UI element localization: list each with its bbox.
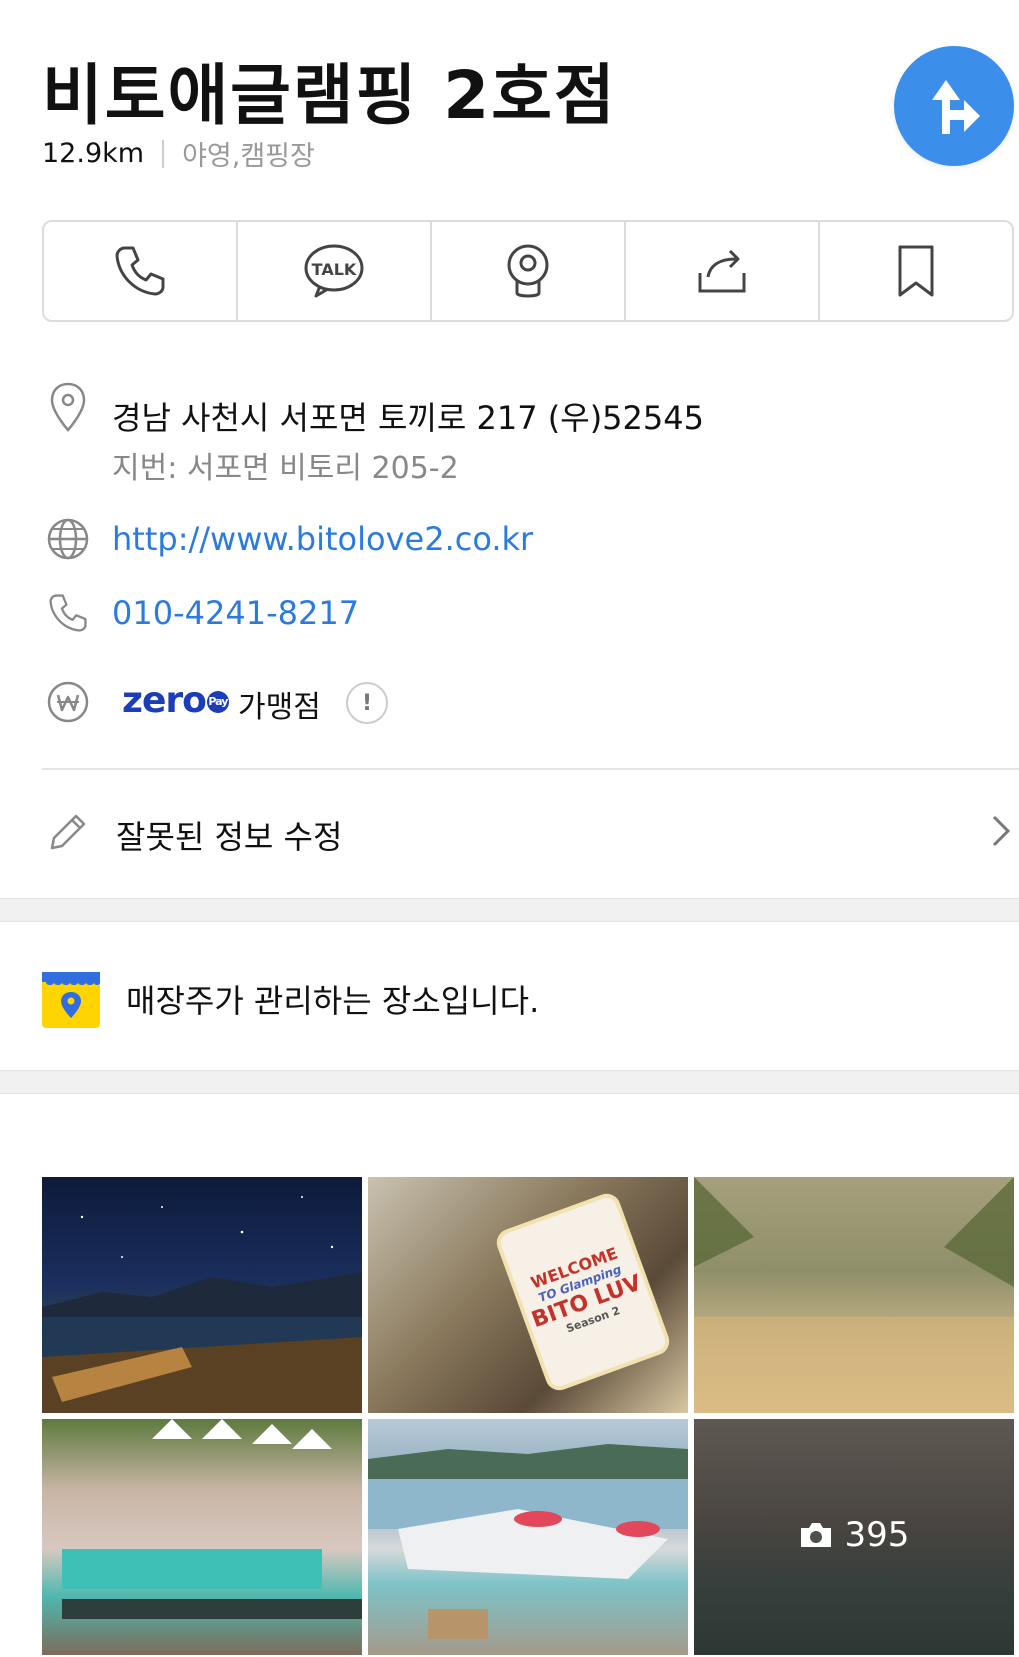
won-icon <box>46 680 90 724</box>
website-link[interactable]: http://www.bitolove2.co.kr <box>112 520 533 558</box>
owner-managed-text: 매장주가 관리하는 장소입니다. <box>126 982 540 1020</box>
phone-icon <box>115 246 165 296</box>
location-pin-icon <box>46 382 90 432</box>
website-row <box>46 517 90 561</box>
zeropay-pay-mark: Pay <box>206 691 229 713</box>
section-gap <box>0 1070 1019 1094</box>
store-owner-icon <box>42 968 100 1028</box>
phone-icon <box>46 591 90 635</box>
share-icon <box>698 249 746 293</box>
kakaotalk-button[interactable]: TALK <box>238 222 432 320</box>
photo-welcome-sign[interactable]: WELCOME TO Glamping BITO LUV Season 2 <box>368 1177 688 1413</box>
place-title: 비토애글램핑 2호점 <box>42 57 617 134</box>
photo-grid: WELCOME TO Glamping BITO LUV Season 2 39… <box>42 1177 1014 1657</box>
photo-night-sky[interactable] <box>42 1177 362 1413</box>
distance-text: 12.9km <box>42 138 145 169</box>
photo-lake-view[interactable] <box>368 1419 688 1655</box>
jibun-address-text: 지번: 서포면 비토리 205-2 <box>112 451 459 486</box>
directions-icon <box>932 80 980 134</box>
zeropay-label: 가맹점 <box>238 690 321 725</box>
place-meta: 12.9km 야영,캠핑장 <box>42 134 315 173</box>
roadview-icon <box>507 244 549 298</box>
welcome-sign: WELCOME TO Glamping BITO LUV Season 2 <box>492 1189 674 1395</box>
zeropay-logo-text: zero <box>122 680 207 721</box>
pencil-icon <box>46 810 90 854</box>
phone-row <box>46 591 90 635</box>
bookmark-button[interactable] <box>820 222 1012 320</box>
address-row <box>46 382 90 432</box>
zeropay-info-button[interactable]: ! <box>346 682 388 724</box>
phone-link[interactable]: 010-4241-8217 <box>112 594 359 632</box>
call-button[interactable] <box>44 222 238 320</box>
chevron-right-icon <box>991 814 1011 852</box>
zeropay-row: zero Pay 가맹점 ! <box>46 680 446 726</box>
category-text: 야영,캠핑장 <box>182 141 315 172</box>
photo-count-value: 395 <box>844 1515 910 1555</box>
photo-more[interactable]: 395 <box>694 1419 1014 1655</box>
globe-icon <box>46 517 90 561</box>
address-text[interactable]: 경남 사천시 서포면 토끼로 217 (우)52545 <box>112 393 704 439</box>
edit-info-label: 잘못된 정보 수정 <box>116 818 343 856</box>
camera-icon <box>800 1523 831 1547</box>
directions-button[interactable] <box>894 46 1014 166</box>
action-bar: TALK <box>42 220 1014 322</box>
photo-pool-aerial[interactable] <box>42 1419 362 1655</box>
edit-info-row[interactable]: 잘못된 정보 수정 <box>46 808 1019 860</box>
photo-count: 395 <box>694 1515 1014 1555</box>
photo-palm-pool[interactable] <box>694 1177 1014 1413</box>
bookmark-icon <box>898 245 934 297</box>
section-gap <box>0 898 1019 922</box>
talk-icon: TALK <box>304 244 364 298</box>
share-button[interactable] <box>626 222 820 320</box>
owner-managed-row: 매장주가 관리하는 장소입니다. <box>42 968 1002 1028</box>
zeropay-logo: zero Pay <box>122 680 229 721</box>
meta-separator <box>162 139 165 168</box>
section-divider <box>42 768 1019 770</box>
talk-label: TALK <box>312 260 357 279</box>
roadview-button[interactable] <box>432 222 626 320</box>
